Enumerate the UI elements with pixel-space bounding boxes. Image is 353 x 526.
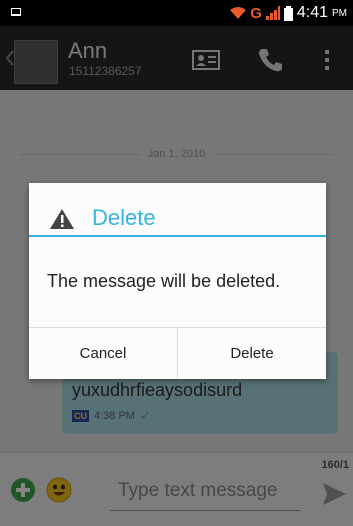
battery-icon [283,5,293,21]
dialog-title: Delete [92,205,156,230]
cancel-button[interactable]: Cancel [29,328,177,379]
clock-ampm: PM [332,7,347,19]
network-type: G [250,4,262,22]
dialog-message: The message will be deleted. [47,271,281,291]
warning-icon [50,209,74,229]
wifi-icon [230,7,247,19]
dialog-header: Delete [29,183,326,253]
delete-dialog: Delete The message will be deleted. Canc… [29,183,326,379]
dialog-button-bar: Cancel Delete [29,327,326,379]
dialog-title-divider [29,235,326,237]
clock-time: 4:41 [296,4,328,21]
delete-button[interactable]: Delete [178,328,326,379]
notification-icon [11,8,21,16]
signal-icon [265,6,280,20]
status-bar: G 4:41 PM [0,0,353,26]
